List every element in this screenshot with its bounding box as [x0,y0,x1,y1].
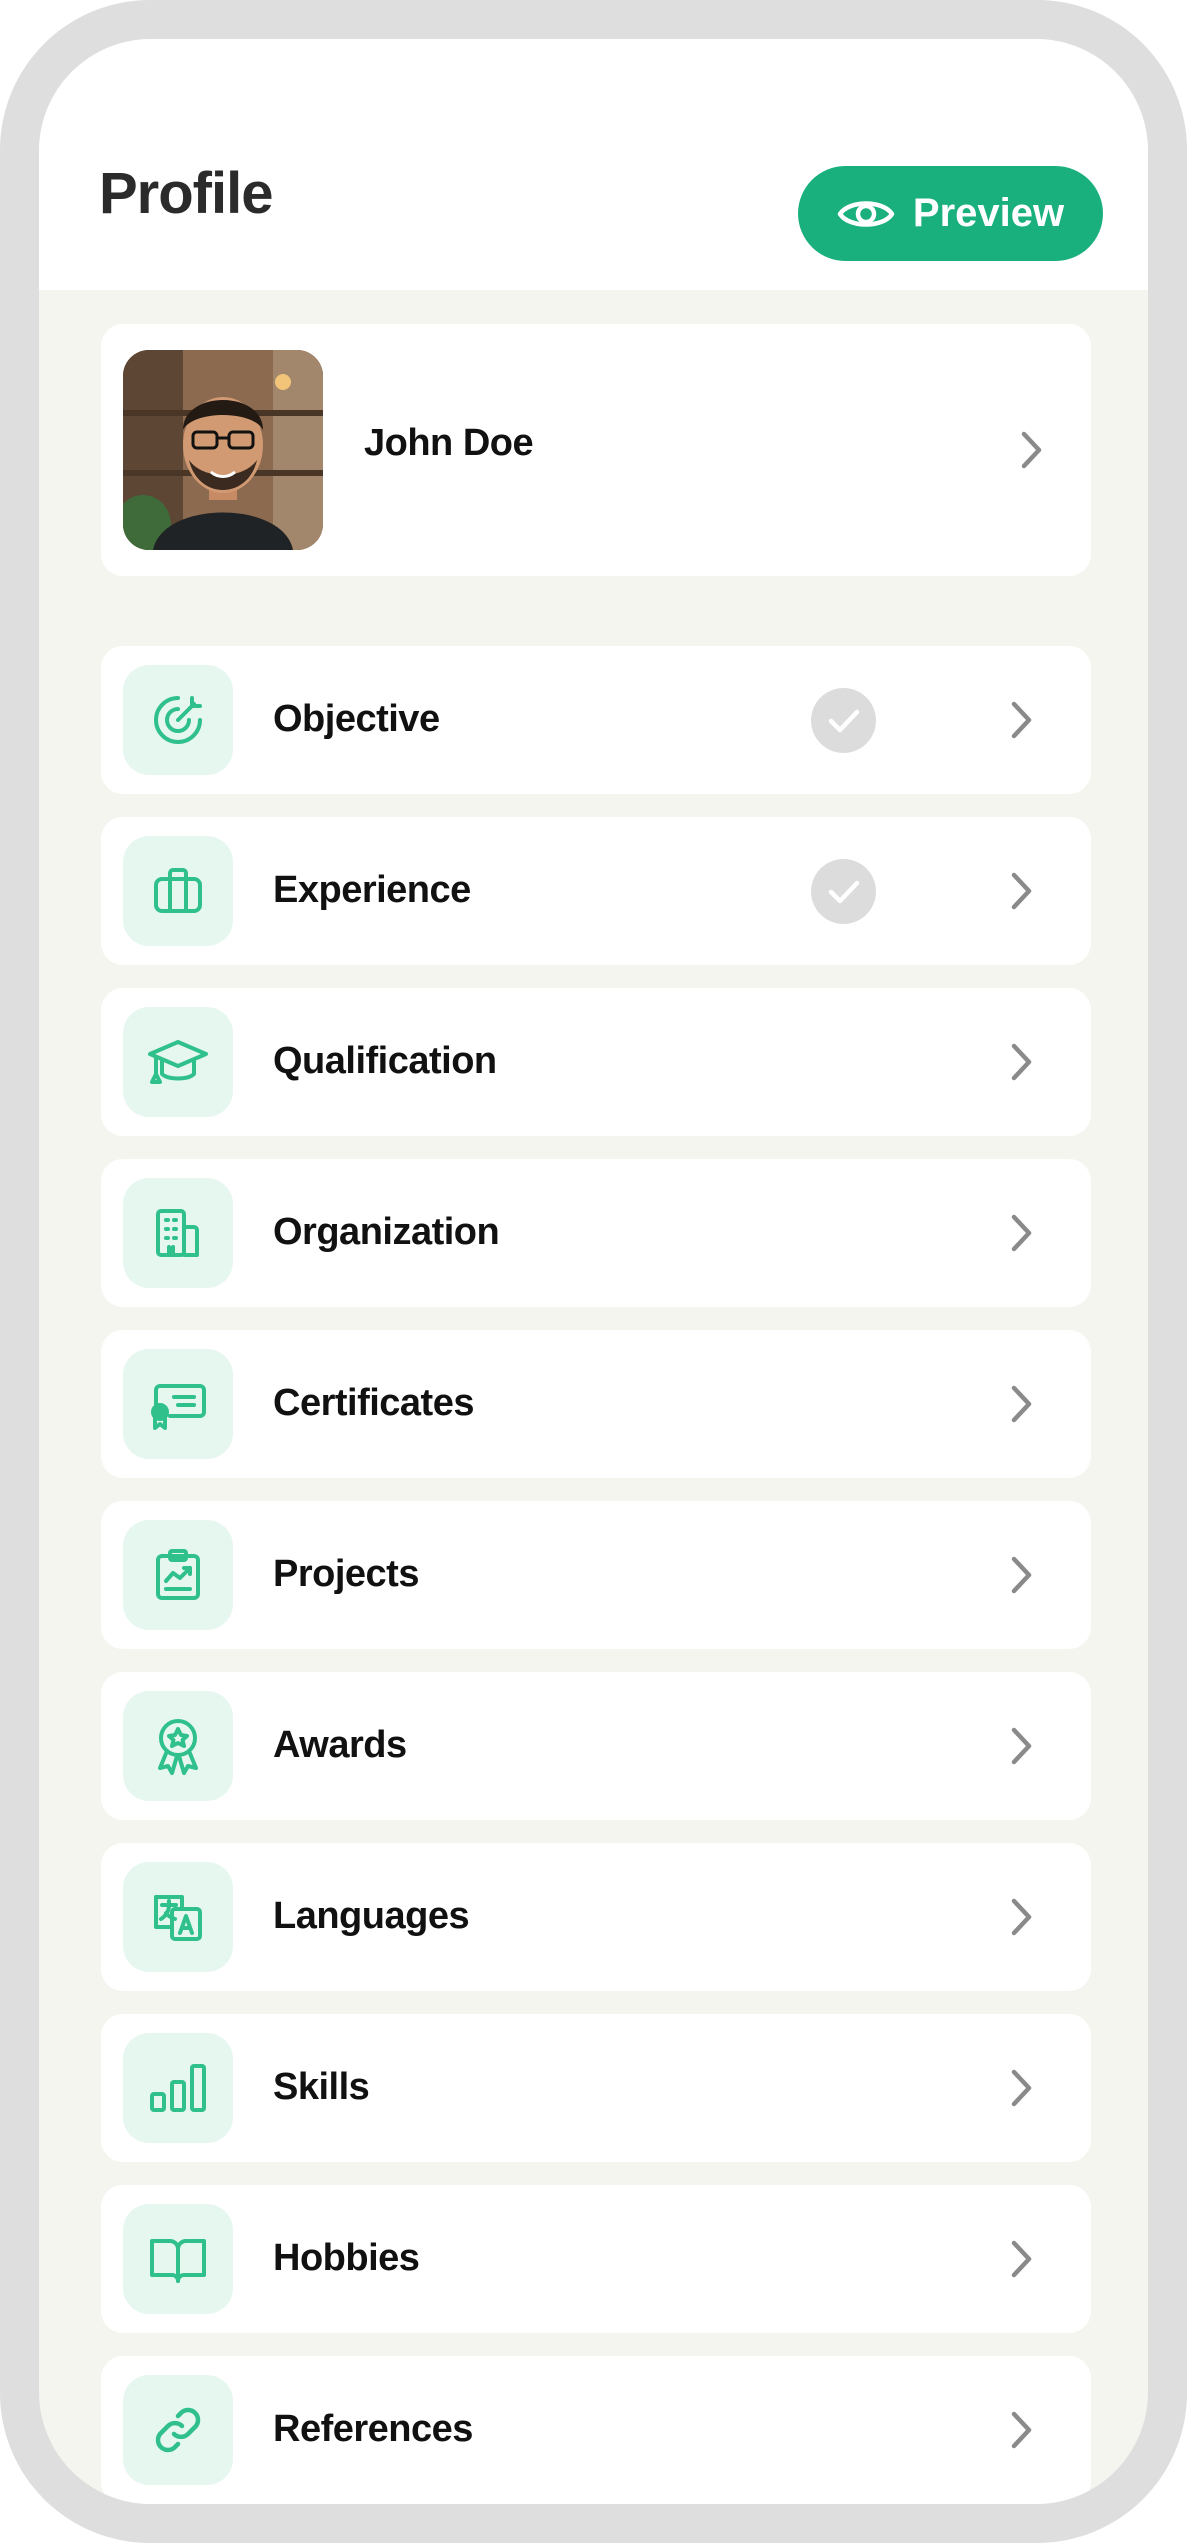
chevron-right-icon [1011,2240,1032,2278]
chevron-right-icon [1011,1556,1032,1594]
certificate-icon [123,1349,233,1459]
chevron-right-icon [1011,1898,1032,1936]
chevron-right-icon [1021,431,1042,469]
link-icon [123,2375,233,2485]
section-label: Certificates [273,1382,474,1424]
section-item-projects[interactable]: Projects [101,1501,1091,1649]
device-frame: Profile Preview John Doe Objective Exper… [0,0,1187,2543]
section-item-objective[interactable]: Objective [101,646,1091,794]
section-item-qualification[interactable]: Qualification [101,988,1091,1136]
section-item-skills[interactable]: Skills [101,2014,1091,2162]
check-icon [811,859,876,924]
section-label: Awards [273,1724,407,1766]
clipboard-chart-icon [123,1520,233,1630]
header: Profile Preview [39,39,1148,290]
section-label: Qualification [273,1040,497,1082]
target-icon [123,665,233,775]
section-item-languages[interactable]: Languages [101,1843,1091,1991]
chevron-right-icon [1011,1385,1032,1423]
building-icon [123,1178,233,1288]
app-screen: Profile Preview John Doe Objective Exper… [39,39,1148,2504]
profile-name: John Doe [364,422,534,464]
chevron-right-icon [1011,1214,1032,1252]
section-label: Experience [273,869,471,911]
section-label: Hobbies [273,2237,420,2279]
preview-label: Preview [912,191,1065,235]
profile-card[interactable]: John Doe [101,324,1091,576]
section-item-references[interactable]: References [101,2356,1091,2504]
chevron-right-icon [1011,2411,1032,2449]
chevron-right-icon [1011,1727,1032,1765]
section-label: Objective [273,698,440,740]
graduation-cap-icon [123,1007,233,1117]
section-item-certificates[interactable]: Certificates [101,1330,1091,1478]
bar-chart-icon [123,2033,233,2143]
section-label: References [273,2408,473,2450]
section-item-awards[interactable]: Awards [101,1672,1091,1820]
check-icon [811,688,876,753]
chevron-right-icon [1011,701,1032,739]
chevron-right-icon [1011,872,1032,910]
open-book-icon [123,2204,233,2314]
chevron-right-icon [1011,1043,1032,1081]
page-title: Profile [99,161,273,226]
section-item-organization[interactable]: Organization [101,1159,1091,1307]
translate-icon [123,1862,233,1972]
section-item-hobbies[interactable]: Hobbies [101,2185,1091,2333]
section-item-experience[interactable]: Experience [101,817,1091,965]
avatar [123,350,323,550]
chevron-right-icon [1011,2069,1032,2107]
section-label: Organization [273,1211,500,1253]
eye-icon [837,194,895,234]
section-label: Projects [273,1553,419,1595]
section-label: Skills [273,2066,370,2108]
preview-button[interactable]: Preview [798,166,1103,261]
section-label: Languages [273,1895,470,1937]
award-badge-icon [123,1691,233,1801]
briefcase-icon [123,836,233,946]
